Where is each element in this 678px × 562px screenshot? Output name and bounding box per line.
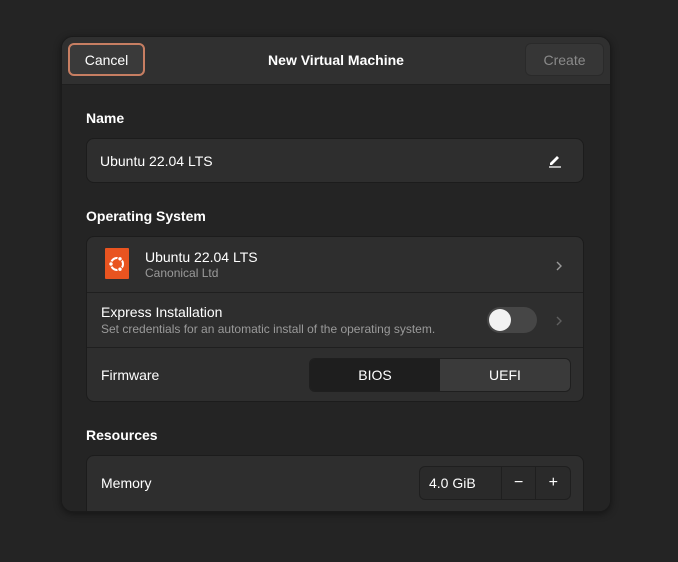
pencil-icon[interactable] bbox=[547, 153, 563, 169]
firmware-option-uefi[interactable]: UEFI bbox=[440, 359, 570, 391]
express-subtitle: Set credentials for an automatic install… bbox=[101, 322, 436, 336]
memory-label: Memory bbox=[101, 475, 152, 491]
firmware-selector: BIOS UEFI bbox=[309, 358, 571, 392]
memory-decrement-button[interactable]: − bbox=[500, 467, 536, 499]
toggle-knob bbox=[489, 309, 511, 331]
resources-section-label: Resources bbox=[86, 427, 158, 443]
firmware-row: Firmware BIOS UEFI bbox=[87, 348, 583, 401]
os-title: Ubuntu 22.04 LTS bbox=[145, 249, 258, 265]
dialog-header: Cancel New Virtual Machine Create bbox=[62, 37, 610, 85]
os-select-row[interactable]: Ubuntu 22.04 LTS Canonical Ltd bbox=[87, 237, 583, 292]
firmware-option-bios[interactable]: BIOS bbox=[310, 359, 440, 391]
name-field-value: Ubuntu 22.04 LTS bbox=[100, 153, 213, 169]
resources-card: Memory 4.0 GiB − + bbox=[86, 455, 584, 511]
memory-value-input[interactable]: 4.0 GiB bbox=[420, 475, 501, 491]
name-section-label: Name bbox=[86, 110, 125, 126]
memory-stepper: 4.0 GiB − + bbox=[419, 466, 571, 500]
os-section-label: Operating System bbox=[86, 208, 206, 224]
chevron-right-icon bbox=[553, 259, 565, 271]
create-button[interactable]: Create bbox=[525, 43, 604, 76]
express-title: Express Installation bbox=[101, 304, 223, 320]
express-installation-row[interactable]: Express Installation Set credentials for… bbox=[87, 293, 583, 347]
new-vm-dialog: Cancel New Virtual Machine Create Name U… bbox=[61, 36, 611, 512]
memory-increment-button[interactable]: + bbox=[535, 467, 570, 499]
dialog-content: Name Ubuntu 22.04 LTS Operating System U… bbox=[62, 85, 610, 511]
os-card: Ubuntu 22.04 LTS Canonical Ltd Express I… bbox=[86, 236, 584, 402]
express-installation-toggle[interactable] bbox=[487, 307, 537, 333]
name-field[interactable]: Ubuntu 22.04 LTS bbox=[86, 138, 584, 183]
memory-row: Memory 4.0 GiB − + bbox=[87, 456, 583, 510]
firmware-label: Firmware bbox=[101, 367, 160, 383]
ubuntu-logo-icon bbox=[105, 248, 129, 279]
os-subtitle: Canonical Ltd bbox=[145, 266, 219, 280]
chevron-right-icon bbox=[553, 314, 565, 326]
